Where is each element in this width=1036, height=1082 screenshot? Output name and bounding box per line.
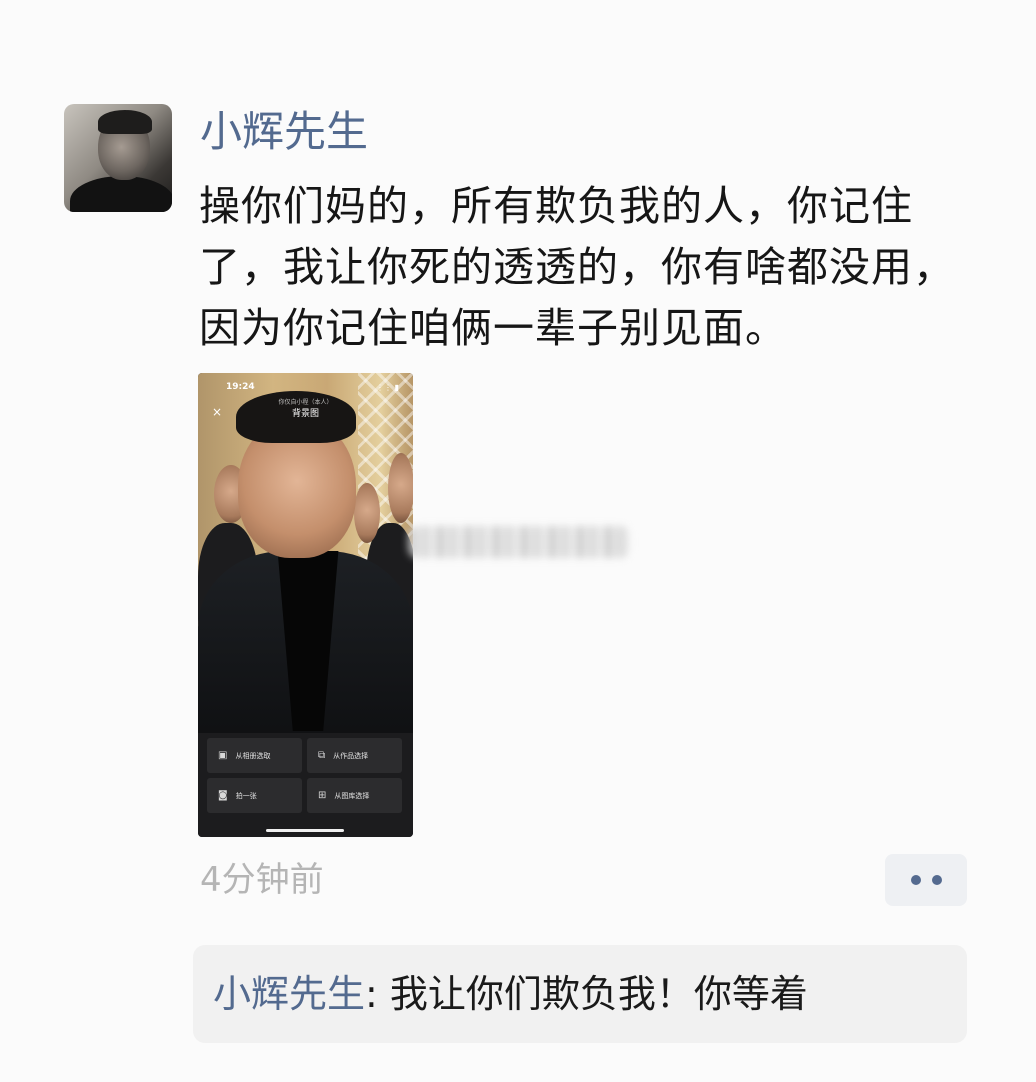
home-indicator <box>266 829 344 832</box>
post-text: 操你们妈的，所有欺负我的人，你记住了，我让你死的透透的，你有啥都没用，因为你记住… <box>199 182 955 352</box>
post-image[interactable]: 19:24 ⋮⋮ ▮ 你仅自小程（本人） 背景图 × ▣ 从相册选取 ⧉ 从作品… <box>198 373 413 837</box>
option-works: ⧉ 从作品选择 <box>307 738 402 773</box>
comment-author[interactable]: 小辉先生 <box>213 972 365 1016</box>
dot-icon <box>931 875 942 885</box>
more-actions-button[interactable] <box>885 854 967 906</box>
option-panel: ▣ 从相册选取 ⧉ 从作品选择 ◙ 拍一张 ⊞ 从图库选择 <box>198 733 413 837</box>
screenshot-subtitle: 你仅自小程（本人） <box>278 399 333 406</box>
author-name[interactable]: 小辉先生 <box>200 104 368 160</box>
author-avatar[interactable] <box>64 104 172 212</box>
avatar-shoulders <box>70 176 172 212</box>
option-camera: ◙ 拍一张 <box>207 778 302 813</box>
status-time: 19:24 <box>226 382 255 392</box>
comment-item[interactable]: 小辉先生: 我让你们欺负我！你等着 <box>213 967 808 1021</box>
redacted-blur <box>408 526 630 558</box>
comment-text: 我让你们欺负我！你等着 <box>377 972 808 1016</box>
screenshot-title: 背景图 <box>291 409 319 419</box>
option-gallery: ⊞ 从图库选择 <box>307 778 402 813</box>
avatar-hair <box>98 110 152 134</box>
option-label: 从图库选择 <box>334 791 370 800</box>
camera-icon: ◙ <box>218 790 228 801</box>
image-icon: ▣ <box>218 750 228 761</box>
video-icon: ⧉ <box>318 750 326 761</box>
option-label: 拍一张 <box>235 791 257 800</box>
grid-icon: ⊞ <box>318 790 327 801</box>
comment-section: 小辉先生: 我让你们欺负我！你等着 <box>193 945 967 1043</box>
photo-bystander-face <box>388 453 413 523</box>
status-icons: ⋮⋮ ▮ <box>376 383 399 392</box>
photo-background <box>198 373 413 741</box>
photo-bystander-face <box>354 483 380 543</box>
dot-icon <box>910 875 921 885</box>
option-label: 从相册选取 <box>235 751 271 760</box>
option-label: 从作品选择 <box>333 751 369 760</box>
close-icon: × <box>212 405 223 419</box>
post-timestamp: 4分钟前 <box>200 860 324 900</box>
option-album: ▣ 从相册选取 <box>207 738 302 773</box>
comment-separator: : <box>365 972 378 1016</box>
